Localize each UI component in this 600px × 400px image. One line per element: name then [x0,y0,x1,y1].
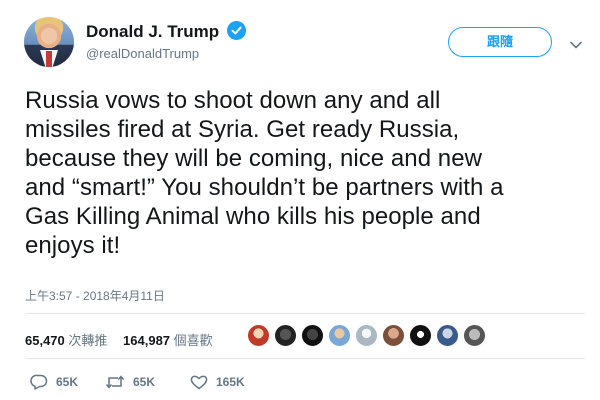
divider [25,358,585,359]
like-icon [190,375,208,390]
likes-label[interactable]: 個喜歡 [174,333,213,348]
engagement-stats: 65,470 次轉推 164,987 個喜歡 [25,330,225,349]
follow-button[interactable]: 跟隨 [448,27,552,57]
chevron-down-icon[interactable] [570,36,582,54]
author-handle[interactable]: @realDonaldTrump [86,46,199,61]
tweet-timestamp[interactable]: 上午3:57 - 2018年4月11日 [25,287,165,304]
liker-avatar[interactable] [409,324,432,347]
divider [25,313,585,314]
tweet-text: Russia vows to shoot down any and all mi… [25,86,595,260]
liker-avatar[interactable] [301,324,324,347]
retweet-icon [105,375,125,389]
reply-count: 65K [56,375,79,389]
tweet-card: Donald J. Trump @realDonaldTrump 跟隨 Russ… [0,0,600,400]
reply-button[interactable]: 65K [30,374,78,390]
retweet-button[interactable]: 65K [105,374,155,390]
tweet-text-line: and “smart!” You shouldn’t be partners w… [25,174,504,201]
retweets-count[interactable]: 65,470 [25,333,65,348]
tweet-text-line: because they will be coming, nice and ne… [25,145,482,172]
author-avatar[interactable] [24,17,74,67]
liker-avatar[interactable] [274,324,297,347]
tweet-text-line: Russia vows to shoot down any and all [25,87,441,114]
like-count: 165K [216,375,245,389]
tweet-text-line: enjoys it! [25,232,121,259]
liker-avatar[interactable] [355,324,378,347]
liker-avatar[interactable] [247,324,270,347]
reply-icon [30,374,48,390]
likes-count[interactable]: 164,987 [123,333,170,348]
verified-badge-icon [227,21,246,40]
retweets-label[interactable]: 次轉推 [68,333,107,348]
like-button[interactable]: 165K [190,374,245,390]
liker-avatar[interactable] [382,324,405,347]
retweet-count: 65K [133,375,156,389]
tweet-text-line: Gas Killing Animal who kills his people … [25,203,481,230]
liker-avatar[interactable] [328,324,351,347]
liker-avatar[interactable] [463,324,486,347]
liker-avatar[interactable] [436,324,459,347]
tweet-text-line: missiles fired at Syria. Get ready Russi… [25,116,460,143]
author-name[interactable]: Donald J. Trump [86,22,219,42]
